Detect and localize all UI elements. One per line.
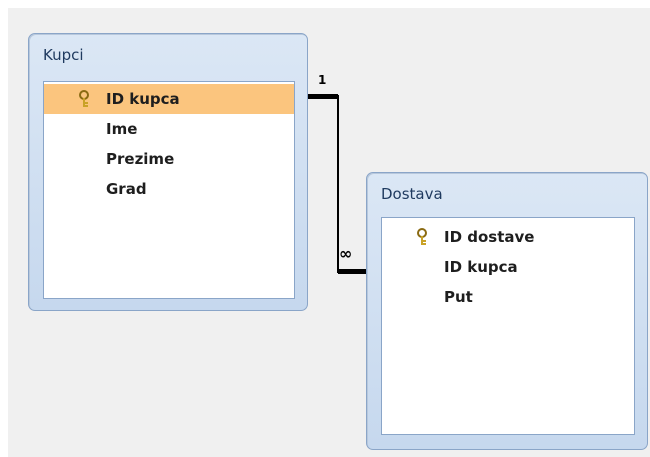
field-label: Put xyxy=(444,288,473,306)
field-list[interactable]: ID kupca Ime Prezime Grad xyxy=(43,81,295,299)
field-label: ID dostave xyxy=(444,228,535,246)
field-label: Grad xyxy=(106,180,147,198)
field-row-id-kupca[interactable]: ID kupca xyxy=(44,84,294,114)
relationship-many-label: ∞ xyxy=(339,244,353,263)
field-row-prezime[interactable]: Prezime xyxy=(44,144,294,174)
field-row-id-kupca[interactable]: ID kupca xyxy=(382,252,634,282)
table-window-kupci[interactable]: Kupci ID kupca Ime Prezime Grad xyxy=(28,33,308,311)
field-row-ime[interactable]: Ime xyxy=(44,114,294,144)
table-title[interactable]: Kupci xyxy=(43,46,84,64)
table-window-dostava[interactable]: Dostava ID dostave ID kupca Put xyxy=(366,172,648,450)
field-row-put[interactable]: Put xyxy=(382,282,634,312)
one-side-bar xyxy=(308,94,338,99)
field-label: Prezime xyxy=(106,150,175,168)
key-icon xyxy=(417,228,427,245)
table-title[interactable]: Dostava xyxy=(381,185,443,203)
field-row-grad[interactable]: Grad xyxy=(44,174,294,204)
many-side-bar xyxy=(338,269,366,274)
relationship-one-label: 1 xyxy=(318,73,327,87)
field-label: Ime xyxy=(106,120,138,138)
field-label: ID kupca xyxy=(444,258,518,276)
field-list[interactable]: ID dostave ID kupca Put xyxy=(381,217,635,435)
relationships-canvas: 1 ∞ Kupci ID kupca Ime Prezime Grad Dost… xyxy=(0,0,650,457)
field-label: ID kupca xyxy=(106,90,180,108)
field-row-id-dostave[interactable]: ID dostave xyxy=(382,222,634,252)
key-icon xyxy=(79,90,89,107)
